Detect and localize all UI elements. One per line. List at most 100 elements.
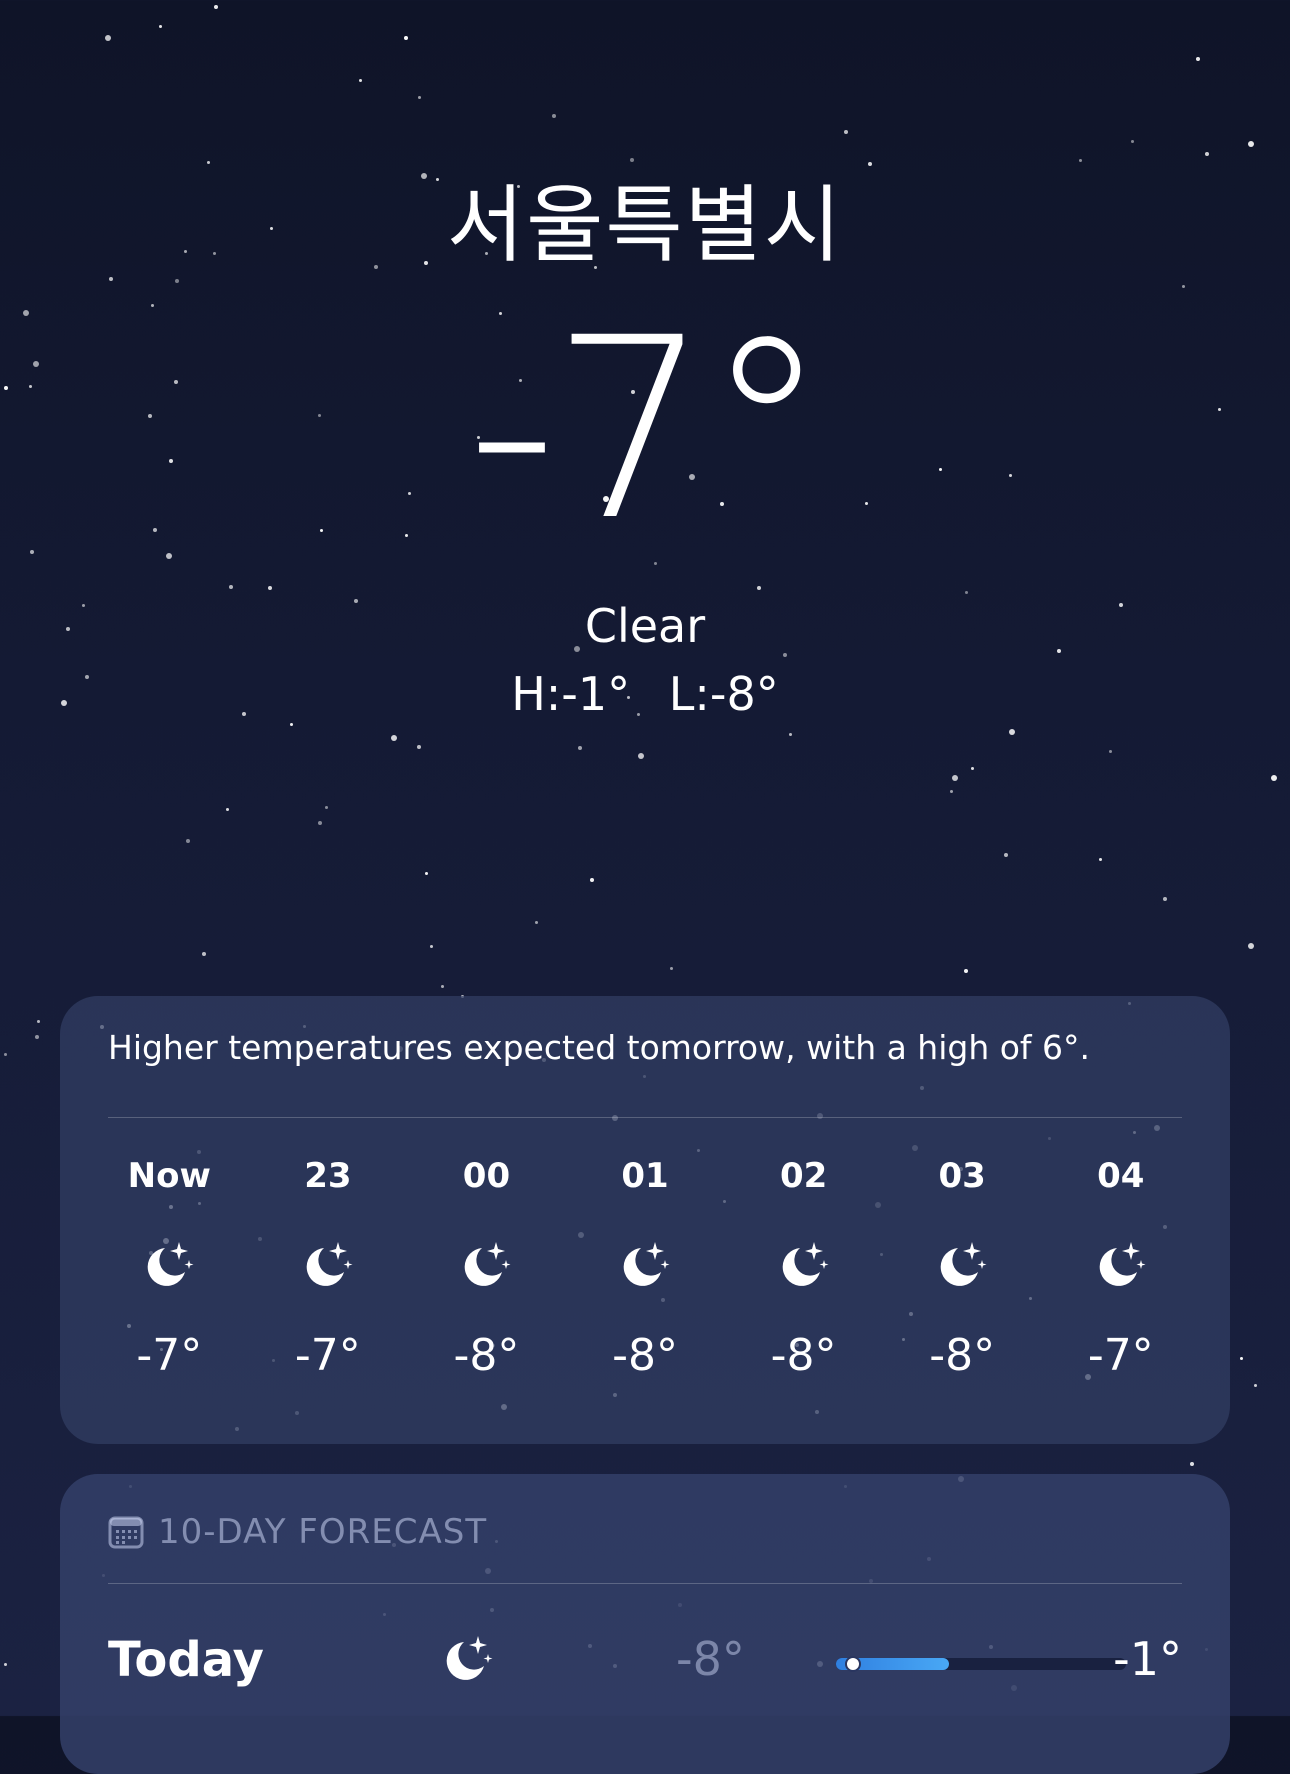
star xyxy=(1099,858,1102,861)
city-name: 서울특별시 xyxy=(446,176,844,274)
star xyxy=(425,872,428,875)
star xyxy=(229,585,233,589)
day-high-temperature: -1° xyxy=(1113,1632,1182,1686)
star xyxy=(207,161,210,164)
hour-item: 03 -8° xyxy=(883,1156,1042,1382)
low-temperature: L:-8° xyxy=(668,667,779,721)
star xyxy=(1205,152,1209,156)
star xyxy=(1109,750,1112,753)
star xyxy=(1131,140,1134,143)
moon-stars-icon xyxy=(446,1636,493,1680)
star xyxy=(1182,285,1185,288)
star xyxy=(952,775,958,781)
hour-item: 00 -8° xyxy=(407,1156,566,1382)
hour-label: 02 xyxy=(779,1156,828,1196)
star xyxy=(318,821,322,825)
star xyxy=(1009,729,1015,735)
star xyxy=(441,985,444,988)
star xyxy=(4,1053,7,1056)
star xyxy=(535,921,538,924)
moon-stars-icon xyxy=(1099,1242,1146,1286)
star xyxy=(590,878,594,882)
star xyxy=(964,969,968,973)
star xyxy=(1271,775,1277,781)
star xyxy=(789,733,792,736)
hour-temperature: -8° xyxy=(929,1330,996,1381)
current-condition: Clear xyxy=(584,599,706,653)
star xyxy=(1163,897,1167,901)
star xyxy=(391,735,397,741)
hour-label: 23 xyxy=(304,1156,352,1196)
star xyxy=(186,839,190,843)
star xyxy=(418,96,421,99)
star xyxy=(37,1020,40,1023)
hour-label: 04 xyxy=(1097,1156,1145,1196)
star xyxy=(4,1663,7,1666)
forecast-day-row[interactable]: Today -8° -1° xyxy=(108,1608,1182,1700)
ten-day-forecast-card[interactable]: 10-DAY FORECAST Today -8° -1° xyxy=(60,1474,1230,1774)
star xyxy=(1004,853,1008,857)
star xyxy=(109,277,113,281)
star xyxy=(214,5,218,9)
temperature-range-bar xyxy=(836,1656,1126,1672)
hour-item: 04 -7° xyxy=(1041,1156,1200,1382)
star xyxy=(868,162,872,166)
hour-label: 01 xyxy=(621,1156,669,1196)
calendar-icon xyxy=(108,1516,144,1549)
star xyxy=(159,25,162,28)
star xyxy=(552,114,556,118)
moon-stars-icon xyxy=(940,1242,987,1286)
star xyxy=(1248,943,1254,949)
star xyxy=(404,36,408,40)
hour-item: 02 -8° xyxy=(724,1156,883,1382)
star xyxy=(1240,1357,1243,1360)
hour-label: Now xyxy=(127,1156,211,1196)
forecast-header: 10-DAY FORECAST xyxy=(108,1512,487,1552)
hourly-forecast-card[interactable]: Higher temperatures expected tomorrow, w… xyxy=(60,996,1230,1444)
hour-label: 00 xyxy=(462,1156,511,1196)
moon-stars-icon xyxy=(147,1242,194,1286)
star xyxy=(578,746,582,750)
day-low-temperature: -8° xyxy=(676,1632,745,1686)
divider xyxy=(108,1583,1182,1584)
forecast-summary: Higher temperatures expected tomorrow, w… xyxy=(108,1028,1091,1067)
star xyxy=(1196,57,1200,61)
moon-stars-icon xyxy=(623,1242,670,1286)
day-label: Today xyxy=(108,1632,264,1688)
hourly-list[interactable]: Now -7° 23 -7° 00 -8° 01 -8° 02 -8° 03 -… xyxy=(90,1156,1200,1382)
star xyxy=(630,158,634,162)
star xyxy=(844,130,848,134)
star xyxy=(638,753,644,759)
hour-item: Now -7° xyxy=(90,1156,249,1382)
hour-temperature: -7° xyxy=(294,1330,361,1381)
star xyxy=(670,967,673,970)
current-temperature: -7° xyxy=(466,284,829,575)
star xyxy=(950,790,953,793)
star xyxy=(226,808,229,811)
star xyxy=(417,745,421,749)
hour-item: 01 -8° xyxy=(566,1156,725,1382)
star xyxy=(202,952,206,956)
star xyxy=(1248,141,1254,147)
star xyxy=(290,723,293,726)
star xyxy=(268,586,272,590)
moon-stars-icon xyxy=(306,1242,353,1286)
hour-temperature: -7° xyxy=(1087,1330,1154,1381)
hour-temperature: -8° xyxy=(770,1330,837,1381)
star xyxy=(325,806,328,809)
star xyxy=(1079,159,1082,162)
moon-stars-icon xyxy=(782,1242,829,1286)
hour-item: 23 -7° xyxy=(249,1156,408,1382)
hour-temperature: -7° xyxy=(136,1330,203,1381)
star xyxy=(175,279,179,283)
star xyxy=(1190,1462,1194,1466)
star xyxy=(965,591,968,594)
star xyxy=(757,586,761,590)
star xyxy=(1254,1384,1257,1387)
star xyxy=(105,35,111,41)
hour-label: 03 xyxy=(938,1156,986,1196)
hour-temperature: -8° xyxy=(612,1330,678,1381)
high-temperature: H:-1° xyxy=(511,667,631,721)
hour-temperature: -8° xyxy=(453,1330,520,1381)
star xyxy=(430,945,433,948)
